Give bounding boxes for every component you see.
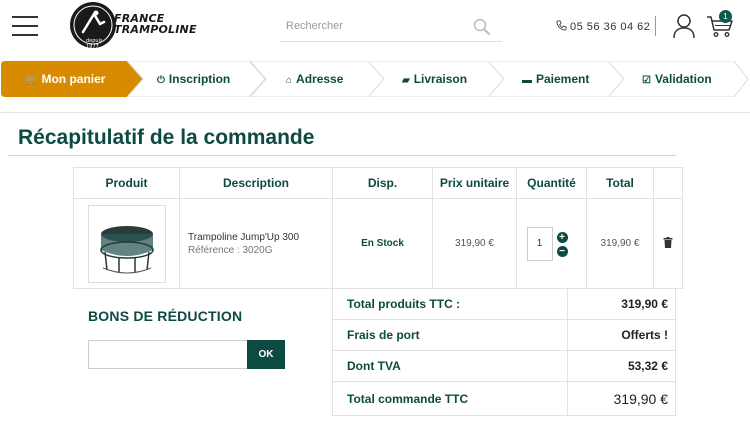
totals-row: Total commande TTC 319,90 € xyxy=(331,381,676,416)
coupon-input[interactable] xyxy=(88,340,248,369)
truck-icon: ▰ xyxy=(402,75,410,86)
step-label: Validation xyxy=(654,72,712,86)
total-products-label: Total produits TTC : xyxy=(331,288,569,320)
card-icon: ▬ xyxy=(522,75,532,86)
description-cell: Trampoline Jump'Up 300 Référence : 3020G xyxy=(179,198,333,289)
product-name[interactable]: Trampoline Jump'Up 300 xyxy=(188,232,332,243)
total-products-value: 319,90 € xyxy=(567,288,676,320)
step-label: Paiement xyxy=(536,72,590,86)
totals-row: Frais de port Offerts ! xyxy=(331,319,676,351)
logo-wordmark: FRANCE TRAMPOLINE xyxy=(114,13,197,35)
product-image[interactable] xyxy=(87,204,166,283)
search-icon[interactable] xyxy=(472,17,492,37)
product-cell xyxy=(73,198,180,289)
step-livraison[interactable]: ▰ Livraison xyxy=(368,61,508,97)
search-bar xyxy=(280,14,502,42)
step-label: Mon panier xyxy=(41,72,106,86)
col-description: Description xyxy=(179,167,333,199)
vat-label: Dont TVA xyxy=(331,350,569,382)
step-inscription[interactable]: ⏻ Inscription xyxy=(127,61,267,97)
shipping-value: Offerts ! xyxy=(567,319,676,351)
col-disp: Disp. xyxy=(332,167,433,199)
delete-cell xyxy=(653,198,683,289)
logo[interactable]: depuis 1977 FRANCE TRAMPOLINE xyxy=(70,2,200,50)
logo-tagline: depuis 1977 xyxy=(86,38,103,50)
cart-table: Produit Description Disp. Prix unitaire … xyxy=(73,167,683,289)
site-header: depuis 1977 FRANCE TRAMPOLINE 05 56 36 0… xyxy=(0,0,750,58)
grand-total-value: 319,90 € xyxy=(567,381,676,416)
trash-icon[interactable] xyxy=(663,236,673,248)
check-icon: ☑ xyxy=(642,75,651,86)
header-divider xyxy=(655,16,656,36)
logo-line2: TRAMPOLINE xyxy=(114,23,197,36)
title-divider xyxy=(8,155,676,156)
power-icon: ⏻ xyxy=(157,75,165,86)
phone-number[interactable]: 05 56 36 04 62 xyxy=(556,20,650,33)
step-validation[interactable]: ☑ Validation xyxy=(608,61,750,97)
search-input[interactable] xyxy=(286,20,456,32)
phone-icon xyxy=(556,20,567,31)
unit-price: 319,90 € xyxy=(432,198,517,289)
cart-count-badge: 1 xyxy=(719,10,732,23)
plus-icon[interactable]: + xyxy=(556,231,568,243)
coupon-ok-button[interactable]: OK xyxy=(247,340,285,369)
step-label: Inscription xyxy=(168,72,231,86)
menu-icon[interactable] xyxy=(12,16,38,38)
step-label: Adresse xyxy=(296,72,344,86)
col-produit: Produit xyxy=(73,167,180,199)
col-prix-unitaire: Prix unitaire xyxy=(432,167,517,199)
line-total: 319,90 € xyxy=(586,198,654,289)
step-label: Livraison xyxy=(413,72,468,86)
page-title: Récapitulatif de la commande xyxy=(18,126,315,149)
home-icon: ⌂ xyxy=(286,75,293,86)
product-reference: Référence : 3020G xyxy=(188,244,273,256)
logo-emblem: depuis 1977 xyxy=(70,2,116,50)
order-summary: Récapitulatif de la commande Produit Des… xyxy=(0,112,750,434)
user-icon[interactable] xyxy=(672,13,696,39)
quantity-cell: + − xyxy=(516,198,587,289)
quantity-stepper: + − xyxy=(526,226,577,261)
col-quantite: Quantité xyxy=(516,167,587,199)
col-total: Total xyxy=(586,167,654,199)
quantity-input[interactable] xyxy=(526,226,553,261)
totals-row: Total produits TTC : 319,90 € xyxy=(331,288,676,320)
vat-value: 53,32 € xyxy=(567,350,676,382)
totals-row: Dont TVA 53,32 € xyxy=(331,350,676,382)
table-header-row: Produit Description Disp. Prix unitaire … xyxy=(73,167,683,199)
shipping-label: Frais de port xyxy=(331,319,569,351)
cart-icon: 🛒 xyxy=(25,75,38,86)
col-delete xyxy=(653,167,683,199)
totals-table: Total produits TTC : 319,90 € Frais de p… xyxy=(331,288,676,416)
minus-icon[interactable]: − xyxy=(556,245,568,257)
availability: En Stock xyxy=(332,198,433,289)
checkout-steps: 🛒 Mon panier ⏻ Inscription ⌂ Adresse ▰ Livra… xyxy=(0,60,750,98)
table-row: Trampoline Jump'Up 300 Référence : 3020G… xyxy=(73,198,683,289)
step-paiement[interactable]: ▬ Paiement xyxy=(488,61,628,97)
coupon-title: BONS DE RÉDUCTION xyxy=(88,308,243,324)
grand-total-label: Total commande TTC xyxy=(331,381,569,416)
phone-text: 05 56 36 04 62 xyxy=(570,21,651,33)
